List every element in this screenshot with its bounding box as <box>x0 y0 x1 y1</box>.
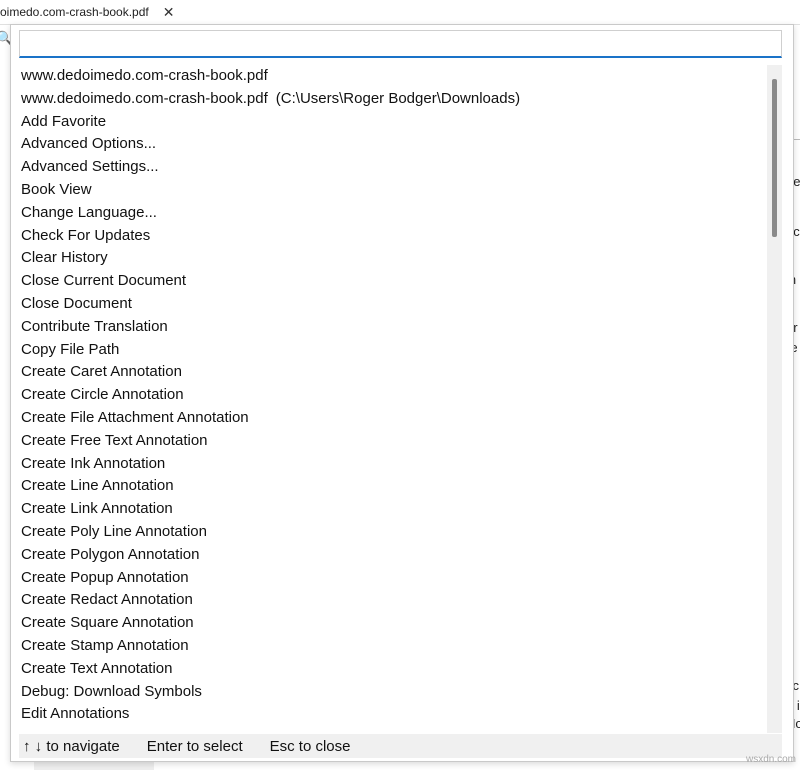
command-label: Debug: Download Symbols <box>21 682 202 700</box>
command-item[interactable]: Create Free Text Annotation <box>19 430 767 453</box>
tab-title: oimedo.com-crash-book.pdf <box>0 5 149 19</box>
command-item[interactable]: Create Ink Annotation <box>19 453 767 476</box>
command-label: Create Popup Annotation <box>21 568 189 586</box>
command-item[interactable]: Create Popup Annotation <box>19 567 767 590</box>
command-label: Edit Annotations <box>21 705 130 723</box>
command-item[interactable]: Create Redact Annotation <box>19 589 767 612</box>
navigate-hint: ↑ ↓ to navigate <box>23 737 120 755</box>
command-label: Add Favorite <box>21 112 107 130</box>
document-tab[interactable]: oimedo.com-crash-book.pdf ✕ <box>0 0 174 24</box>
command-item[interactable]: Copy File Path <box>19 339 767 362</box>
command-item[interactable]: Add Favorite <box>19 111 767 134</box>
command-item[interactable]: Create Link Annotation <box>19 498 767 521</box>
command-item[interactable]: Close Document <box>19 293 767 316</box>
command-label: Create Caret Annotation <box>21 363 182 381</box>
command-item[interactable]: Create Line Annotation <box>19 475 767 498</box>
close-icon[interactable]: ✕ <box>163 4 175 21</box>
command-label: Create Square Annotation <box>21 614 194 632</box>
command-label: Create Link Annotation <box>21 500 173 518</box>
command-item[interactable]: Check For Updates <box>19 225 767 248</box>
command-item[interactable]: Clear History <box>19 247 767 270</box>
tab-bar: oimedo.com-crash-book.pdf ✕ <box>0 0 800 25</box>
scrollbar-thumb[interactable] <box>772 79 777 237</box>
command-item[interactable]: Create Circle Annotation <box>19 384 767 407</box>
palette-footer-hints: ↑ ↓ to navigate Enter to select Esc to c… <box>19 734 782 758</box>
command-list-scrollbar[interactable] <box>767 65 782 733</box>
command-item[interactable]: Create Polygon Annotation <box>19 544 767 567</box>
command-item[interactable]: www.dedoimedo.com-crash-book.pdf <box>19 65 767 88</box>
command-item[interactable]: Edit Annotations <box>19 703 767 726</box>
command-label: Create Redact Annotation <box>21 591 193 609</box>
command-item[interactable]: Close Current Document <box>19 270 767 293</box>
command-label: Book View <box>21 180 92 198</box>
watermark: wsxdn.com <box>746 754 797 765</box>
command-item[interactable]: Create Caret Annotation <box>19 361 767 384</box>
command-label: www.dedoimedo.com-crash-book.pdf <box>21 89 268 107</box>
command-item[interactable]: Create Square Annotation <box>19 612 767 635</box>
command-label: Create Line Annotation <box>21 477 174 495</box>
command-label: Create Poly Line Annotation <box>21 522 207 540</box>
command-label: Create Free Text Annotation <box>21 431 208 449</box>
command-label: Contribute Translation <box>21 317 168 335</box>
command-label: Create Text Annotation <box>21 659 173 677</box>
select-hint: Enter to select <box>146 737 243 755</box>
command-label: Create Polygon Annotation <box>21 545 200 563</box>
command-label: Advanced Settings... <box>21 158 159 176</box>
command-list: www.dedoimedo.com-crash-book.pdf www.dedo… <box>19 65 767 733</box>
command-label: Advanced Options... <box>21 135 157 153</box>
command-label: Clear History <box>21 249 108 267</box>
command-item[interactable]: Advanced Options... <box>19 133 767 156</box>
command-file-path: (C:\Users\Roger Bodger\Downloads) <box>275 89 521 107</box>
command-label: Check For Updates <box>21 226 151 244</box>
command-item[interactable]: Book View <box>19 179 767 202</box>
command-item[interactable]: Debug: Download Symbols <box>19 681 767 704</box>
command-item[interactable]: Contribute Translation <box>19 316 767 339</box>
close-hint: Esc to close <box>269 737 351 755</box>
command-label: Create Stamp Annotation <box>21 636 189 654</box>
command-item[interactable]: Create Poly Line Annotation <box>19 521 767 544</box>
command-item[interactable]: Create Stamp Annotation <box>19 635 767 658</box>
command-item[interactable]: Advanced Settings... <box>19 156 767 179</box>
command-item[interactable]: Create Text Annotation <box>19 658 767 681</box>
command-label: Create File Attachment Annotation <box>21 408 249 426</box>
command-label: Change Language... <box>21 203 157 221</box>
command-label: Create Circle Annotation <box>21 386 184 404</box>
command-label: www.dedoimedo.com-crash-book.pdf <box>21 67 268 84</box>
command-label: Copy File Path <box>21 340 120 358</box>
command-label: Close Document <box>21 294 132 312</box>
command-label: Create Ink Annotation <box>21 454 166 472</box>
command-item[interactable]: Create File Attachment Annotation <box>19 407 767 430</box>
command-label: Close Current Document <box>21 272 187 290</box>
command-item[interactable]: www.dedoimedo.com-crash-book.pdf (C:\User… <box>19 88 767 111</box>
command-search-input[interactable] <box>19 30 782 58</box>
command-item[interactable]: Change Language... <box>19 202 767 225</box>
command-palette: www.dedoimedo.com-crash-book.pdf www.dedo… <box>10 24 794 762</box>
